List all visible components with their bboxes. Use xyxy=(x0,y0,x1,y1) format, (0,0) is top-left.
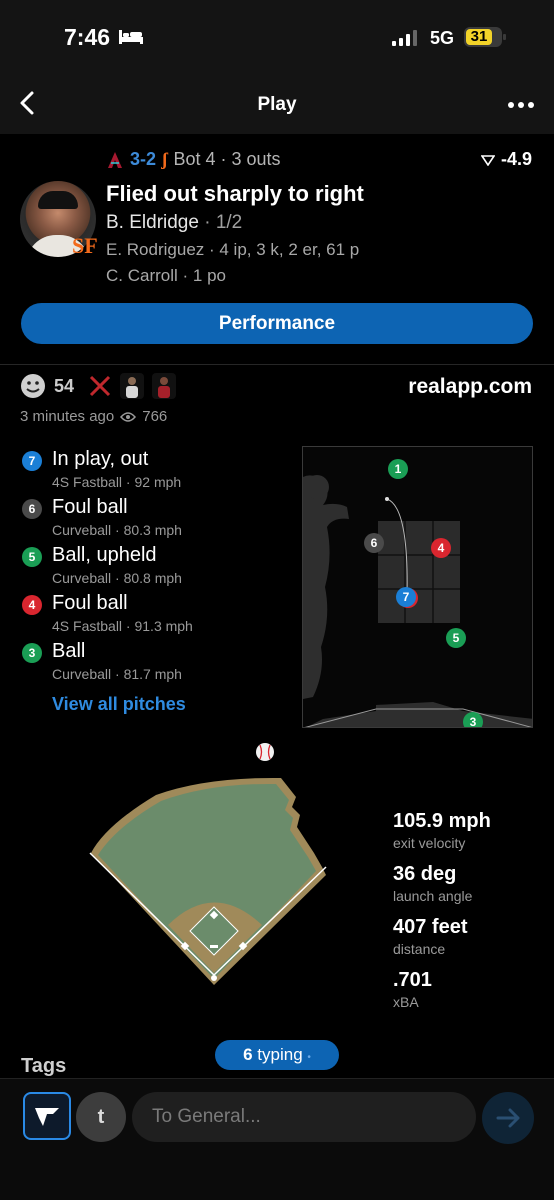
eye-icon xyxy=(120,411,137,422)
battery-icon: 31 xyxy=(464,27,506,47)
pitch-list-item[interactable]: 6 Foul ball Curveball · 80.3 mph xyxy=(20,496,280,540)
typing-count: 6 xyxy=(243,1045,253,1064)
batter-name[interactable]: B. Eldridge xyxy=(106,212,199,233)
performance-button[interactable]: Performance xyxy=(21,303,533,344)
pitch-list-item[interactable]: 7 In play, out 4S Fastball · 92 mph xyxy=(20,448,280,492)
send-arrow-icon xyxy=(496,1108,520,1128)
typing-label: typing xyxy=(257,1045,303,1064)
status-bar: 7:46 5G 31 xyxy=(0,0,554,72)
stat-value: 105.9 mph xyxy=(393,810,491,832)
more-options-icon[interactable] xyxy=(508,102,534,108)
source-site[interactable]: realapp.com xyxy=(408,375,532,399)
tags-heading: Tags xyxy=(21,1055,67,1077)
stat-value: 407 feet xyxy=(393,916,468,938)
diamondbacks-logo-icon xyxy=(108,151,122,168)
pitch-result: In play, out xyxy=(52,448,149,470)
strike-zone-chart: 1 6 4 7 5 3 xyxy=(302,446,533,728)
nav-bar: Play xyxy=(0,72,554,134)
play-headline: Flied out sharply to right xyxy=(106,181,364,206)
spray-chart-field xyxy=(89,777,327,985)
time-ago: 3 minutes ago xyxy=(20,408,115,425)
wpa-value: -4.9 xyxy=(500,149,532,169)
pitch-number-badge: 6 xyxy=(22,499,42,519)
pitch-result: Ball, upheld xyxy=(52,544,157,566)
zone-pitch-marker[interactable]: 5 xyxy=(446,628,466,648)
win-probability-icon xyxy=(480,154,495,166)
stat-label: xBA xyxy=(393,994,419,1010)
post-meta: 3 minutes ago 766 xyxy=(20,408,167,425)
fielder-line[interactable]: C. Carroll · 1 po xyxy=(106,266,226,286)
pitch-result: Foul ball xyxy=(52,496,128,518)
pitch-result: Foul ball xyxy=(52,592,128,614)
view-count: 766 xyxy=(142,408,168,425)
stat-value: .701 xyxy=(393,969,432,991)
win-probability-delta: -4.9 xyxy=(480,149,532,170)
stat-label: distance xyxy=(393,941,446,957)
zone-pitch-marker[interactable]: 7 xyxy=(396,587,416,607)
pitch-result: Ball xyxy=(52,640,86,662)
battery-level: 31 xyxy=(470,28,488,45)
typing-indicator[interactable]: 6 typing • xyxy=(215,1040,339,1070)
pitch-detail: 4S Fastball · 92 mph xyxy=(52,474,182,490)
status-time: 7:46 xyxy=(64,24,111,50)
player-reaction-icon[interactable] xyxy=(120,373,145,399)
x-reaction-icon[interactable] xyxy=(88,374,112,398)
pitch-list-item[interactable]: 5 Ball, upheld Curveball · 80.8 mph xyxy=(20,544,280,588)
zone-pitch-marker[interactable]: 1 xyxy=(388,459,408,479)
zone-pitch-marker[interactable]: 3 xyxy=(463,712,483,727)
game-score: 3-2 xyxy=(130,149,157,169)
batter-line: B. Eldridge · 1/2 xyxy=(106,212,242,234)
stat-item: 407 feet distance xyxy=(393,916,468,957)
player-reaction-icon[interactable] xyxy=(152,373,177,399)
team-badge: SF xyxy=(72,233,98,258)
pitch-number-badge: 3 xyxy=(22,643,42,663)
inning-status: Bot 4 · 3 outs xyxy=(173,149,281,169)
stat-label: exit velocity xyxy=(393,835,466,851)
stat-item: 105.9 mph exit velocity xyxy=(393,810,491,851)
baseball-icon xyxy=(256,743,274,761)
pitch-list-item[interactable]: 3 Ball Curveball · 81.7 mph xyxy=(20,640,280,684)
score-line: 3-2 ʃ Bot 4 · 3 outs xyxy=(106,149,281,170)
pitch-number-badge: 7 xyxy=(22,451,42,471)
app-logo-icon xyxy=(35,1108,59,1126)
user-avatar-button[interactable]: t xyxy=(76,1092,126,1142)
pitch-number-badge: 4 xyxy=(22,595,42,615)
pitch-detail: Curveball · 80.3 mph xyxy=(52,522,182,538)
pitch-detail: Curveball · 80.8 mph xyxy=(52,570,182,586)
network-type: 5G xyxy=(430,28,455,48)
giants-logo-icon: ʃ xyxy=(162,149,168,169)
send-button[interactable] xyxy=(482,1092,534,1144)
message-composer: t xyxy=(0,1078,554,1200)
page-title: Play xyxy=(257,94,297,115)
pitcher-line[interactable]: E. Rodriguez · 4 ip, 3 k, 2 er, 61 p xyxy=(106,240,359,260)
app-logo-button[interactable] xyxy=(23,1092,71,1140)
view-all-pitches-link[interactable]: View all pitches xyxy=(52,694,186,715)
divider xyxy=(0,364,554,365)
zone-pitch-marker[interactable]: 4 xyxy=(431,538,451,558)
pitch-number-badge: 5 xyxy=(22,547,42,567)
pitch-detail: Curveball · 81.7 mph xyxy=(52,666,182,682)
pitch-list-item[interactable]: 4 Foul ball 4S Fastball · 91.3 mph xyxy=(20,592,280,636)
strike-zone-graphic xyxy=(303,475,532,727)
smiley-reaction-icon[interactable] xyxy=(20,373,46,399)
reaction-count: 54 xyxy=(54,375,75,396)
stat-label: launch angle xyxy=(393,888,473,904)
reactions-row: 54 xyxy=(20,373,177,399)
zone-pitch-marker[interactable]: 6 xyxy=(364,533,384,553)
stat-item: 36 deg launch angle xyxy=(393,863,472,904)
batter-stat: · 1/2 xyxy=(204,212,243,233)
message-input[interactable] xyxy=(132,1092,476,1142)
stat-value: 36 deg xyxy=(393,863,457,885)
stat-item: .701 xBA xyxy=(393,969,432,1010)
sleep-focus-icon xyxy=(119,30,143,44)
pitch-detail: 4S Fastball · 91.3 mph xyxy=(52,618,193,634)
cellular-signal-icon xyxy=(392,30,417,46)
